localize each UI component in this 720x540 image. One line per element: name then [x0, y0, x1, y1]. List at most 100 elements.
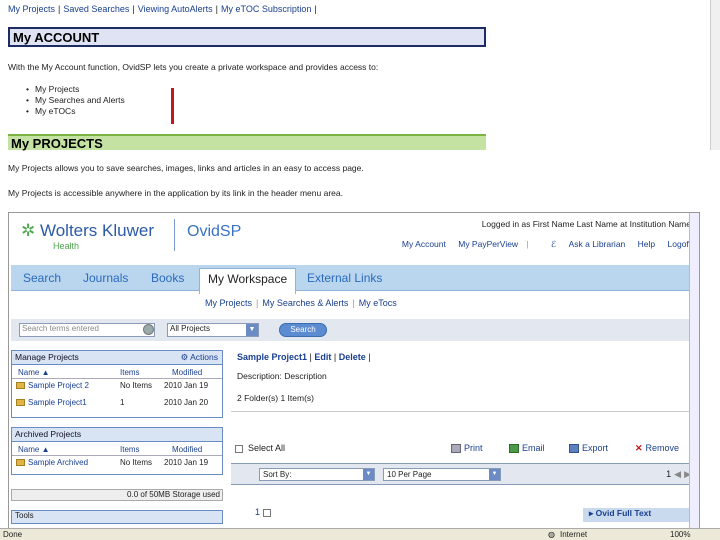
red-marker — [171, 88, 174, 124]
ovidsp-logo: OvidSP — [187, 223, 242, 240]
manage-projects-panel: Manage Projects ⚙ Actions Name ▲ Items M… — [11, 350, 223, 418]
project-title-bar: Sample Project1 | Edit | Delete | — [237, 352, 371, 362]
intro-text: With the My Account function, OvidSP let… — [8, 62, 379, 72]
print-icon — [451, 444, 461, 454]
row-modified: 2010 Jan 19 — [164, 381, 209, 390]
project-title: Sample Project1 — [237, 352, 308, 362]
col-items[interactable]: Items — [120, 445, 140, 454]
help-link[interactable]: Help — [638, 239, 655, 249]
print-button[interactable]: Print — [451, 443, 483, 454]
my-account-link[interactable]: My Account — [402, 239, 446, 249]
list-item: My Projects — [26, 84, 125, 95]
item-actions-bar: Select All Print Email Export ✕ Remove — [235, 443, 697, 457]
row-items: No Items — [120, 381, 153, 390]
subnav-etocs[interactable]: My eTocs — [359, 298, 397, 308]
link-etoc-subscription[interactable]: My eTOC Subscription — [221, 4, 311, 14]
link-viewing-autoalerts[interactable]: Viewing AutoAlerts — [138, 4, 213, 14]
tab-external-links[interactable]: External Links — [307, 271, 382, 285]
projects-paragraph-2: My Projects is accessible anywhere in th… — [8, 188, 343, 198]
panel-header: Archived Projects — [12, 428, 222, 442]
arrow-icon: ▸ — [589, 508, 594, 518]
project-counts: 2 Folder(s) 1 Item(s) — [237, 393, 314, 403]
table-row[interactable]: Sample Project 2 — [16, 381, 89, 390]
close-icon: ✕ — [635, 443, 643, 453]
table-row[interactable]: Sample Archived — [16, 458, 88, 467]
ask-librarian-link[interactable]: ℰ Ask a Librarian — [541, 239, 625, 249]
table-row[interactable]: Sample Project1 — [16, 398, 87, 407]
chevron-down-icon: ▼ — [489, 469, 500, 480]
page-scrollbar[interactable] — [710, 0, 720, 150]
status-text: Done — [3, 530, 23, 539]
sort-bar: Sort By: ▼ 10 Per Page ▼ 1 ◀ ▶ — [231, 463, 697, 485]
feature-list: My Projects My Searches and Alerts My eT… — [26, 84, 125, 117]
link-saved-searches[interactable]: Saved Searches — [63, 4, 129, 14]
inner-scrollbar[interactable] — [689, 213, 699, 529]
tab-journals[interactable]: Journals — [83, 271, 128, 285]
logged-in-text: Logged in as First Name Last Name at Ins… — [481, 219, 691, 229]
actions-menu[interactable]: ⚙ Actions — [181, 351, 218, 364]
col-modified[interactable]: Modified — [172, 368, 202, 377]
result-row: 1 — [255, 507, 276, 517]
logo-divider — [174, 219, 175, 251]
project-description: Description: Description — [237, 371, 327, 381]
divider — [231, 411, 697, 412]
gear-icon: ⚙ — [180, 352, 189, 362]
tab-books[interactable]: Books — [151, 271, 184, 285]
subnav-searches-alerts[interactable]: My Searches & Alerts — [262, 298, 348, 308]
list-item: My eTOCs — [26, 106, 125, 117]
search-input[interactable]: Search terms entered — [19, 323, 155, 337]
subnav-my-projects[interactable]: My Projects — [205, 298, 252, 308]
search-button[interactable]: Search — [279, 323, 327, 337]
remove-button[interactable]: ✕ Remove — [635, 443, 679, 454]
search-icon[interactable] — [143, 324, 154, 335]
edit-link[interactable]: Edit — [314, 352, 331, 362]
select-all[interactable]: Select All — [235, 443, 285, 453]
export-button[interactable]: Export — [569, 443, 608, 454]
project-select[interactable]: All Projects ▼ — [167, 323, 259, 337]
col-name[interactable]: Name ▲ — [18, 445, 49, 454]
pager: 1 ◀ ▶ — [666, 469, 691, 480]
email-button[interactable]: Email — [509, 443, 545, 454]
panel-header: Manage Projects ⚙ Actions — [12, 351, 222, 365]
brand-sub: Health — [53, 241, 80, 251]
col-name[interactable]: Name ▲ — [18, 368, 49, 377]
archived-projects-panel: Archived Projects Name ▲ Items Modified … — [11, 427, 223, 475]
chevron-down-icon: ▼ — [246, 324, 258, 336]
checkbox[interactable] — [262, 508, 271, 517]
col-items[interactable]: Items — [120, 368, 140, 377]
prev-page-icon[interactable]: ◀ — [674, 469, 681, 479]
export-icon — [569, 444, 579, 454]
tools-panel-header: Tools — [11, 510, 223, 524]
per-page-select[interactable]: 10 Per Page ▼ — [383, 468, 501, 481]
row-items: No Items — [120, 458, 153, 467]
zone-label: Internet — [560, 530, 588, 539]
panel-title: Manage Projects — [15, 352, 79, 362]
payperview-link[interactable]: My PayPerView — [458, 239, 518, 249]
delete-link[interactable]: Delete — [339, 352, 366, 362]
projects-paragraph-1: My Projects allows you to save searches,… — [8, 163, 364, 173]
ovid-full-text-link[interactable]: ▸ Ovid Full Text — [583, 508, 691, 522]
tab-my-workspace[interactable]: My Workspace — [199, 268, 297, 294]
link-my-projects[interactable]: My Projects — [8, 4, 55, 14]
tab-search[interactable]: Search — [23, 271, 61, 285]
logo-mark-icon: ✲ — [21, 221, 36, 240]
email-icon — [509, 444, 519, 454]
checkbox[interactable] — [235, 444, 243, 453]
quick-search-bar: Search terms entered All Projects ▼ Searc… — [11, 319, 699, 341]
help-top-links: My Projects | Saved Searches | Viewing AutoA… — [8, 4, 317, 14]
librarian-icon: ℰ — [551, 239, 557, 249]
sort-by-select[interactable]: Sort By: ▼ — [259, 468, 375, 481]
workspace-subnav: My Projects | My Searches & Alerts | My eToc… — [205, 298, 397, 308]
list-item: My Searches and Alerts — [26, 95, 125, 106]
brand-name: Wolters Kluwer — [39, 221, 154, 240]
browser-status-bar: Done ◍ Internet 100% — [0, 528, 720, 540]
my-account-heading: My ACCOUNT — [8, 27, 486, 47]
zoom-level[interactable]: 100% — [670, 530, 690, 539]
row-modified: 2010 Jan 20 — [164, 398, 209, 407]
row-items: 1 — [120, 398, 125, 407]
chevron-down-icon: ▼ — [363, 469, 374, 480]
folder-icon — [16, 459, 25, 467]
logoff-link[interactable]: Logoff — [668, 239, 691, 249]
page-number: 1 — [666, 469, 672, 479]
col-modified[interactable]: Modified — [172, 445, 202, 454]
